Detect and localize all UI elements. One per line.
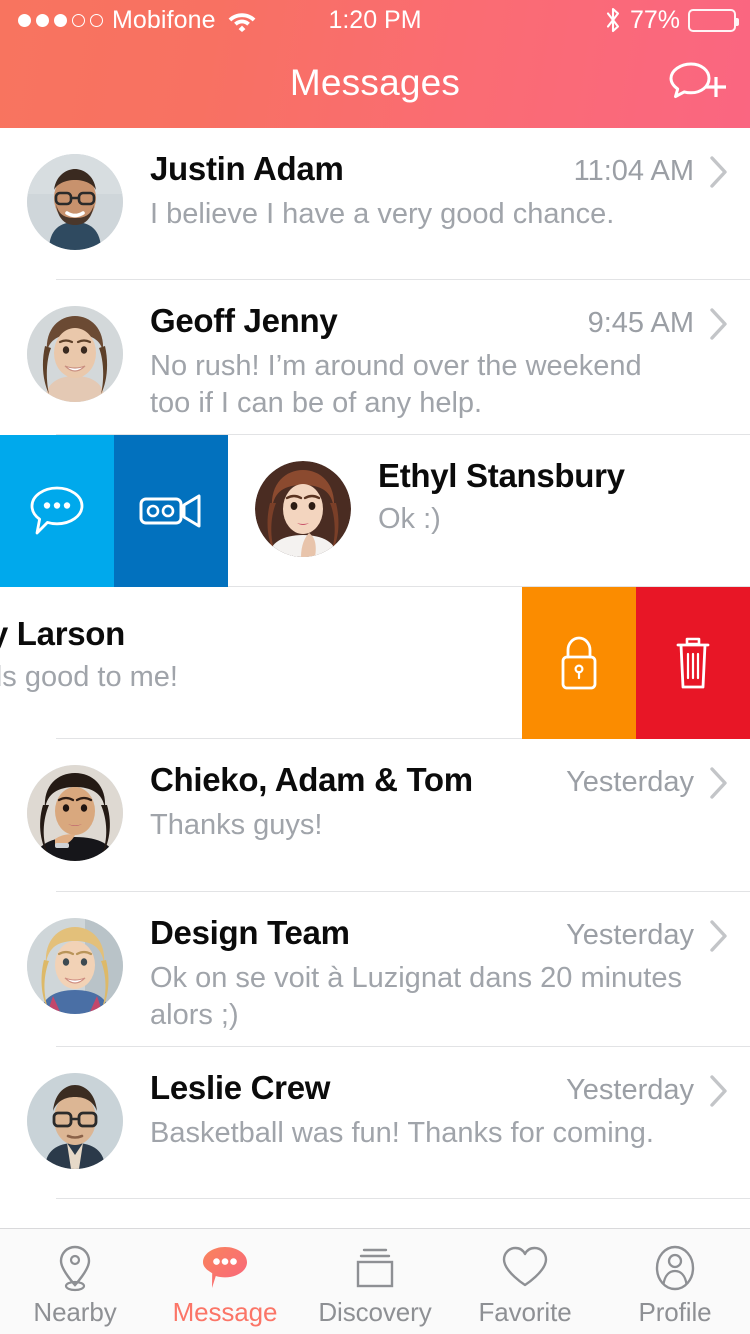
tab-nearby[interactable]: Nearby bbox=[0, 1229, 150, 1334]
chevron-right-icon bbox=[710, 1074, 727, 1107]
chevron-right-icon bbox=[710, 919, 727, 952]
avatar bbox=[255, 461, 351, 557]
tab-bar: Nearby Message Discovery Favorite Profil… bbox=[0, 1228, 750, 1334]
swipe-actions-right[interactable] bbox=[522, 587, 750, 739]
row-divider bbox=[56, 1198, 750, 1199]
video-camera-icon bbox=[139, 494, 201, 528]
avatar-wrap bbox=[0, 761, 150, 861]
location-pin-icon bbox=[59, 1245, 91, 1292]
new-message-button[interactable] bbox=[660, 58, 734, 112]
row-body: Justin Adam 11:04 AM I believe I have a … bbox=[150, 150, 750, 233]
chevron-right-icon bbox=[710, 307, 727, 340]
tab-icon-wrap bbox=[499, 1243, 551, 1293]
conversation-preview: No rush! I’m around over the weekend too… bbox=[150, 349, 642, 419]
chevron-right-icon bbox=[710, 155, 727, 188]
avatar bbox=[27, 154, 123, 250]
page-title: Messages bbox=[289, 62, 461, 103]
row-body: dy Larson nds good to me! bbox=[0, 609, 570, 696]
conversation-name: Ethyl Stansbury bbox=[378, 457, 625, 494]
conversation-preview: Basketball was fun! Thanks for coming. bbox=[150, 1116, 654, 1149]
conversation-row-justin-adam[interactable]: Justin Adam 11:04 AM I believe I have a … bbox=[0, 128, 750, 280]
woman-auburn-hair-avatar bbox=[255, 461, 351, 557]
chat-bubble-filled-icon bbox=[203, 1247, 247, 1288]
conversation-time: 11:04 AM bbox=[573, 155, 694, 187]
tab-label: Favorite bbox=[478, 1297, 572, 1327]
avatar-wrap bbox=[0, 914, 150, 1014]
conversation-name: Chieko, Adam & Tom bbox=[150, 761, 473, 798]
conversation-preview: Thanks guys! bbox=[150, 808, 323, 841]
trash-icon bbox=[676, 637, 710, 689]
row-body: Leslie Crew Yesterday Basketball was fun… bbox=[150, 1069, 750, 1152]
row-body: Geoff Jenny 9:45 AM No rush! I’m around … bbox=[150, 302, 750, 422]
blonde-woman-patterned-blouse-avatar bbox=[27, 918, 123, 1014]
woman-dark-hair-black-top-avatar bbox=[27, 765, 123, 861]
delete-action-button[interactable] bbox=[636, 587, 750, 739]
heart-icon bbox=[502, 1246, 548, 1287]
lock-icon bbox=[561, 636, 597, 690]
conversation-list[interactable]: Justin Adam 11:04 AM I believe I have a … bbox=[0, 128, 750, 1228]
conversation-row-ethyl-stansbury[interactable]: Ethyl Stansbury Ok :) bbox=[0, 435, 750, 587]
conversation-preview: Ok :) bbox=[378, 503, 441, 535]
row-body: Chieko, Adam & Tom Yesterday Thanks guys… bbox=[150, 761, 750, 844]
avatar bbox=[27, 765, 123, 861]
lock-action-button[interactable] bbox=[522, 587, 636, 739]
conversation-row-chieko-adam-tom[interactable]: Chieko, Adam & Tom Yesterday Thanks guys… bbox=[0, 739, 750, 892]
row-body: Design Team Yesterday Ok on se voit à Lu… bbox=[150, 914, 750, 1034]
tab-profile[interactable]: Profile bbox=[600, 1229, 750, 1334]
conversation-name: Geoff Jenny bbox=[150, 302, 338, 339]
man-glasses-dark-shirt-avatar bbox=[27, 1073, 123, 1169]
person-icon bbox=[655, 1245, 695, 1291]
conversation-name: dy Larson bbox=[0, 615, 126, 652]
conversation-time: Yesterday bbox=[566, 919, 694, 951]
conversation-time: Yesterday bbox=[566, 1074, 694, 1106]
row-body: Ethyl Stansbury Ok :) bbox=[378, 457, 750, 538]
avatar bbox=[27, 306, 123, 402]
stacked-cards-icon bbox=[356, 1248, 394, 1288]
tab-message[interactable]: Message bbox=[150, 1229, 300, 1334]
conversation-row-dy-larson[interactable]: dy Larson nds good to me! bbox=[0, 587, 750, 739]
tab-discovery[interactable]: Discovery bbox=[300, 1229, 450, 1334]
chevron-right-icon bbox=[710, 766, 727, 799]
conversation-preview: Ok on se voit à Luzignat dans 20 minutes… bbox=[150, 961, 682, 1031]
smiling-woman-curly-hair-avatar bbox=[27, 306, 123, 402]
conversation-time: 9:45 AM bbox=[587, 307, 694, 339]
nav-bar: Messages bbox=[0, 0, 750, 128]
video-call-action-button[interactable] bbox=[114, 435, 228, 587]
conversation-name: Leslie Crew bbox=[150, 1069, 331, 1106]
conversation-name: Design Team bbox=[150, 914, 350, 951]
new-message-icon bbox=[669, 62, 726, 98]
avatar-wrap bbox=[0, 1069, 150, 1169]
conversation-preview: I believe I have a very good chance. bbox=[150, 197, 615, 230]
avatar bbox=[27, 918, 123, 1014]
tab-favorite[interactable]: Favorite bbox=[450, 1229, 600, 1334]
swipe-actions-left[interactable] bbox=[0, 435, 228, 587]
conversation-preview: nds good to me! bbox=[0, 661, 178, 693]
conversation-time: Yesterday bbox=[566, 766, 694, 798]
tab-icon-wrap bbox=[199, 1243, 251, 1293]
chat-bubble-icon bbox=[30, 486, 84, 535]
avatar-wrap bbox=[0, 302, 150, 402]
tab-icon-wrap bbox=[350, 1243, 400, 1293]
tab-label: Message bbox=[172, 1297, 278, 1327]
tab-label: Nearby bbox=[33, 1297, 117, 1327]
tab-label: Profile bbox=[638, 1297, 712, 1327]
tab-icon-wrap bbox=[650, 1243, 700, 1293]
conversation-row-design-team[interactable]: Design Team Yesterday Ok on se voit à Lu… bbox=[0, 892, 750, 1047]
man-with-glasses-beard-avatar bbox=[27, 154, 123, 250]
message-action-button[interactable] bbox=[0, 435, 114, 587]
conversation-name: Justin Adam bbox=[150, 150, 344, 187]
avatar bbox=[27, 1073, 123, 1169]
conversation-row-geoff-jenny[interactable]: Geoff Jenny 9:45 AM No rush! I’m around … bbox=[0, 280, 750, 435]
conversation-row-leslie-crew[interactable]: Leslie Crew Yesterday Basketball was fun… bbox=[0, 1047, 750, 1199]
tab-icon-wrap bbox=[53, 1243, 97, 1293]
avatar-wrap bbox=[0, 150, 150, 250]
avatar-wrap bbox=[228, 457, 378, 557]
tab-label: Discovery bbox=[318, 1297, 432, 1327]
